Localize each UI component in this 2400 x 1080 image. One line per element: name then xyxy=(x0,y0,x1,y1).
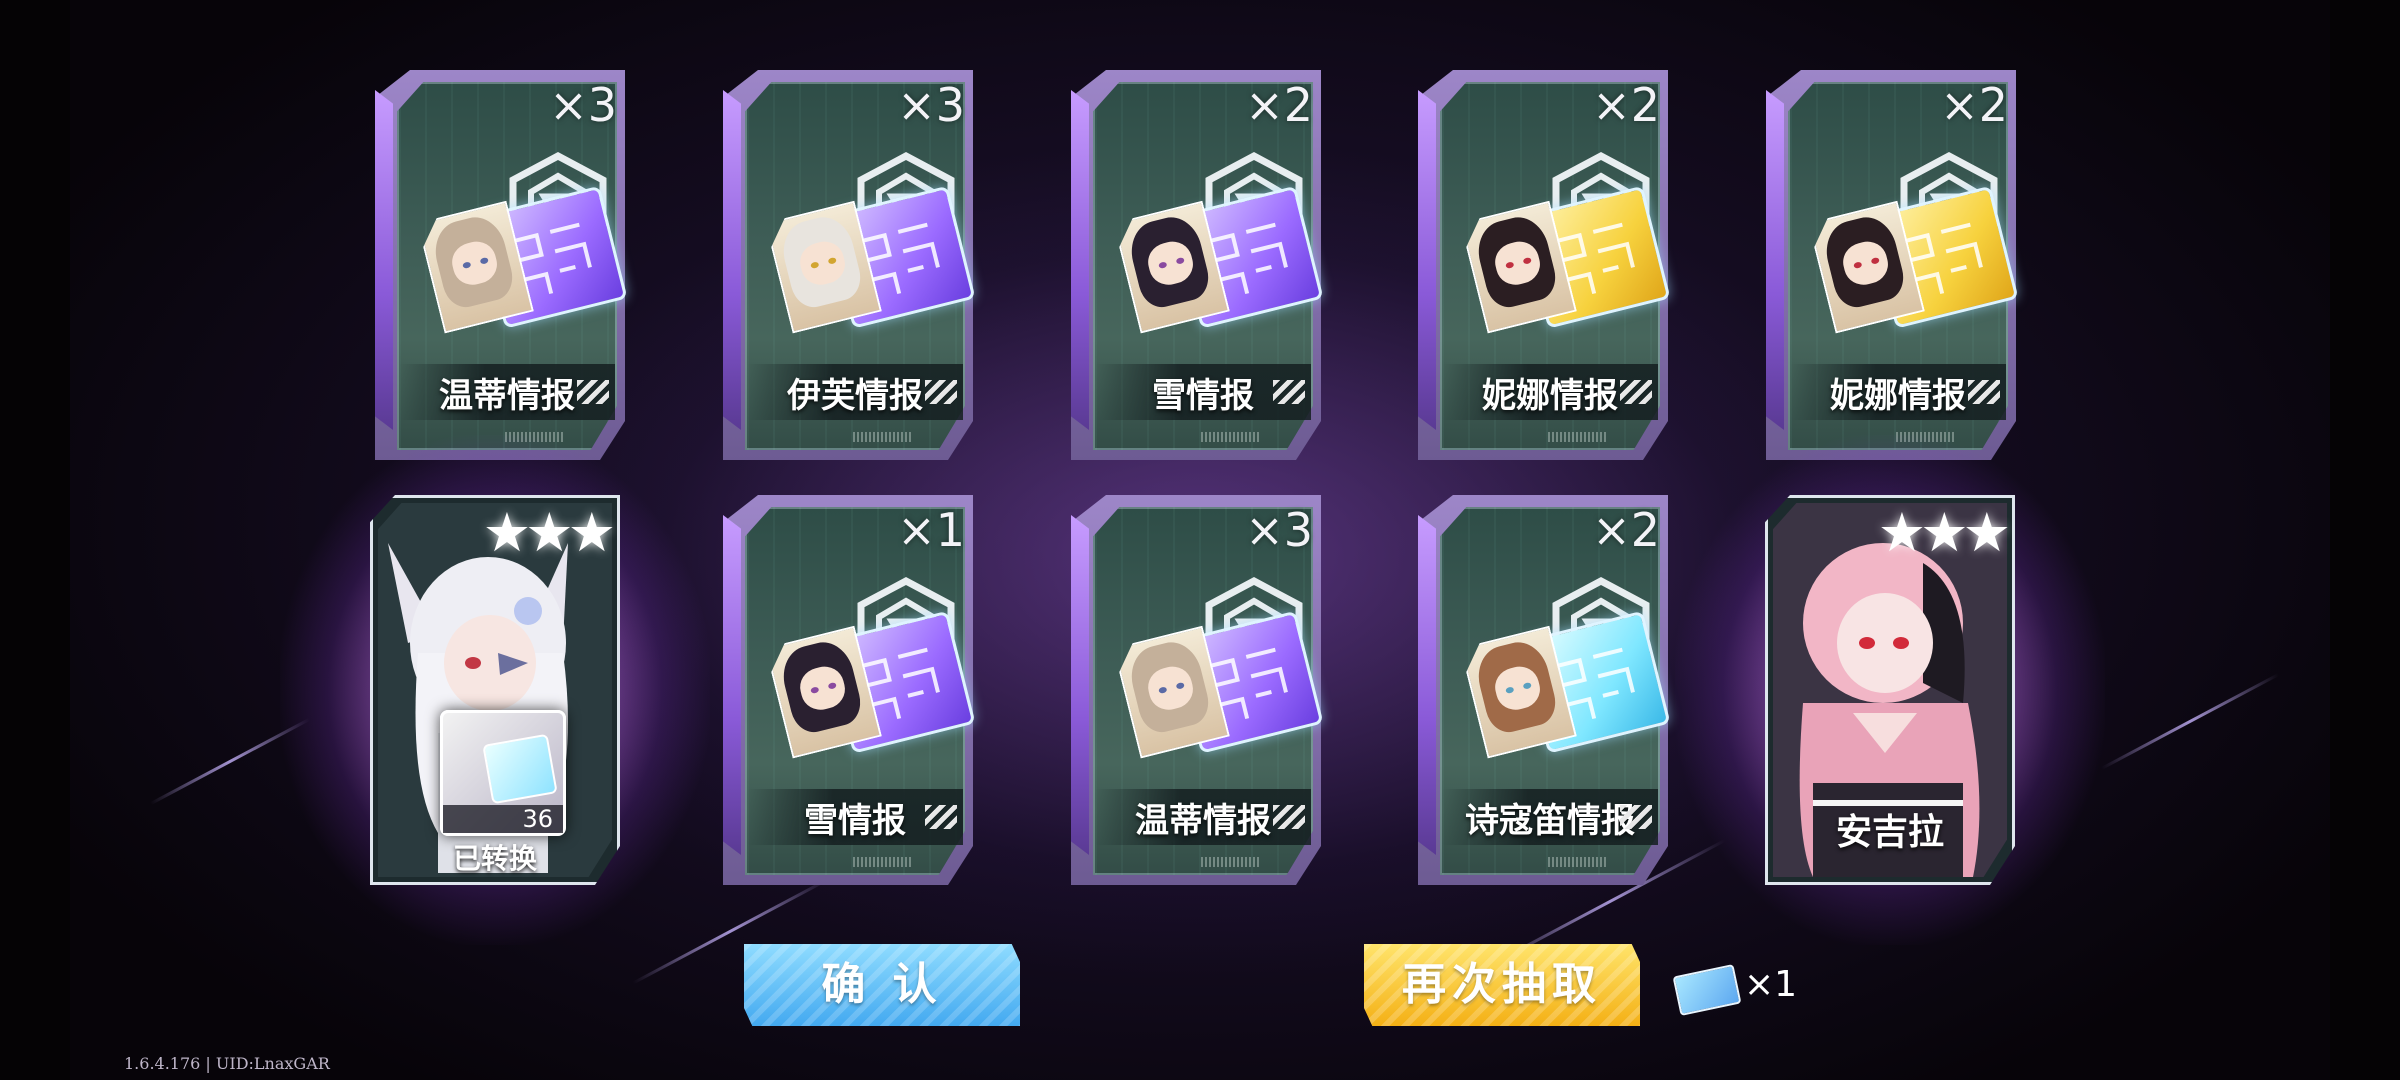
card-count: ×3 xyxy=(1245,503,1313,557)
card-count: ×1 xyxy=(897,503,965,557)
barcode-decoration xyxy=(1201,432,1261,442)
card-count: ×2 xyxy=(1592,78,1660,132)
card-count: ×3 xyxy=(897,78,965,132)
stripe-decoration xyxy=(1620,380,1652,404)
barcode-decoration xyxy=(853,432,913,442)
card-count: ×2 xyxy=(1245,78,1313,132)
stripe-decoration xyxy=(1968,380,2000,404)
character-card-angela[interactable]: ★★★ 安吉拉 xyxy=(1675,435,2105,945)
intel-card[interactable]: ×2 妮娜情报 xyxy=(1418,70,1671,460)
rarity-edge xyxy=(1071,90,1089,430)
barcode-decoration xyxy=(1201,857,1261,867)
gacha-result-screen: ×3 温蒂情报 ×3 伊芙情报 ×2 雪情报 ×2 妮娜情报 ×2 妮娜情报 ×… xyxy=(0,0,2400,1080)
version-uid-text: 1.6.4.176 | UID:LnaxGAR xyxy=(124,1054,330,1073)
chip-icon xyxy=(482,733,558,805)
intel-card[interactable]: ×3 温蒂情报 xyxy=(1071,495,1324,885)
stripe-decoration xyxy=(925,805,957,829)
card-count: ×2 xyxy=(1940,78,2008,132)
barcode-decoration xyxy=(1548,857,1608,867)
stripe-decoration xyxy=(1273,380,1305,404)
intel-card[interactable]: ×2 诗寇笛情报 xyxy=(1418,495,1671,885)
stripe-decoration xyxy=(577,380,609,404)
intel-card[interactable]: ×2 妮娜情报 xyxy=(1766,70,2019,460)
card-count: ×3 xyxy=(549,78,617,132)
character-card-converted[interactable]: ★★★ 36 已转换 xyxy=(280,435,710,945)
rarity-edge xyxy=(1418,90,1436,430)
converted-label: 已转换 xyxy=(452,842,537,875)
draw-ticket-icon xyxy=(1672,963,1742,1017)
rarity-edge xyxy=(723,90,741,430)
right-edge-shadow xyxy=(2330,0,2400,1080)
stripe-decoration xyxy=(925,380,957,404)
redraw-button[interactable]: 再次抽取 xyxy=(1364,944,1640,1026)
barcode-decoration xyxy=(1548,432,1608,442)
left-edge-shadow xyxy=(0,0,70,1080)
stripe-decoration xyxy=(1620,805,1652,829)
light-streak xyxy=(2101,673,2279,770)
intel-card[interactable]: ×1 雪情报 xyxy=(723,495,976,885)
barcode-decoration xyxy=(853,857,913,867)
rarity-edge xyxy=(375,90,393,430)
intel-card[interactable]: ×3 温蒂情报 xyxy=(375,70,628,460)
rarity-edge xyxy=(1766,90,1784,430)
intel-card[interactable]: ×2 雪情报 xyxy=(1071,70,1324,460)
intel-card[interactable]: ×3 伊芙情报 xyxy=(723,70,976,460)
rarity-edge xyxy=(1418,515,1436,855)
stripe-decoration xyxy=(1273,805,1305,829)
ticket-count: ×1 xyxy=(1744,964,1798,1005)
character-name: 安吉拉 xyxy=(1835,812,1944,853)
rarity-edge xyxy=(723,515,741,855)
confirm-button[interactable]: 确 认 xyxy=(744,944,1020,1026)
card-count: ×2 xyxy=(1592,503,1660,557)
rarity-stars: ★★★ xyxy=(482,501,616,564)
converted-count: 36 xyxy=(443,805,563,833)
rarity-edge xyxy=(1071,515,1089,855)
rarity-stars: ★★★ xyxy=(1877,501,2011,564)
converted-item-icon: 36 xyxy=(440,710,566,836)
